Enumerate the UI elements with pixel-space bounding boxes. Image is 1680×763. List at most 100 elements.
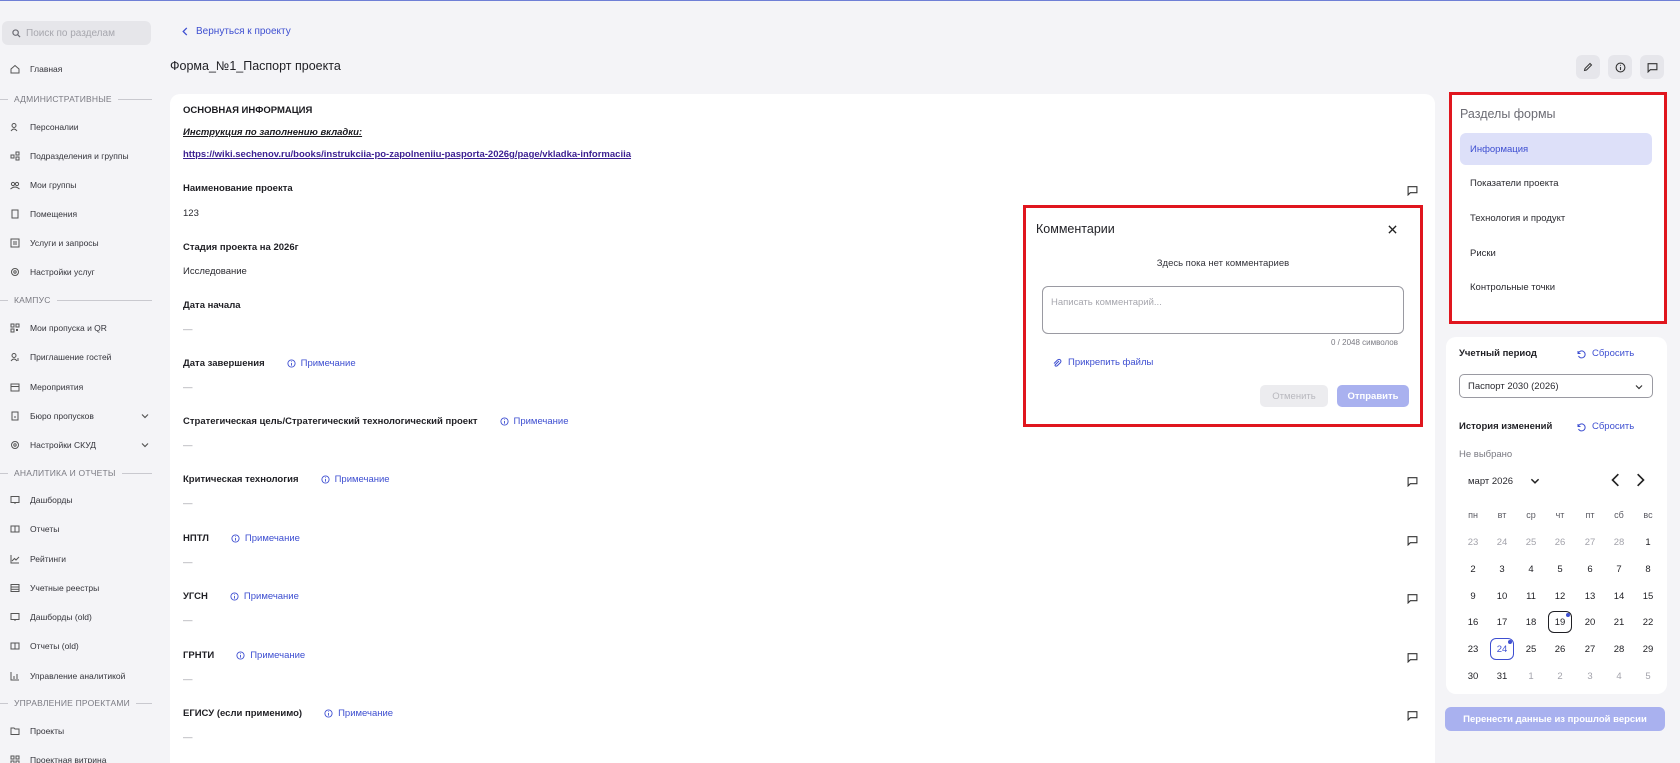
close-icon[interactable]: [1388, 225, 1397, 234]
sidebar-item-guests[interactable]: Приглашение гостей: [10, 349, 150, 365]
edit-button[interactable]: [1576, 55, 1600, 79]
section-item-risks[interactable]: Риски: [1460, 237, 1652, 269]
comments-button[interactable]: [1640, 55, 1664, 79]
comment-icon[interactable]: [1407, 185, 1418, 196]
sidebar-item-reports[interactable]: Отчеты: [10, 521, 150, 537]
sidebar-item-groups[interactable]: Мои группы: [10, 177, 150, 193]
calendar-day[interactable]: 25: [1519, 638, 1543, 660]
calendar-day[interactable]: 4: [1607, 665, 1631, 687]
calendar-day[interactable]: 29: [1636, 638, 1660, 660]
sidebar-item-acs-settings[interactable]: Настройки СКУД: [10, 437, 150, 453]
calendar-day[interactable]: 2: [1461, 558, 1485, 580]
sidebar-item-ratings[interactable]: Рейтинги: [10, 551, 150, 567]
calendar-day[interactable]: 5: [1636, 665, 1660, 687]
note-link[interactable]: Примечание: [287, 358, 356, 369]
calendar-day[interactable]: 5: [1548, 558, 1572, 580]
sidebar-item-service-settings[interactable]: Настройки услуг: [10, 264, 150, 280]
comment-input[interactable]: [1042, 286, 1404, 334]
calendar-day[interactable]: 31: [1490, 665, 1514, 687]
calendar-day[interactable]: 26: [1548, 638, 1572, 660]
history-reset-button[interactable]: Сбросить: [1576, 421, 1634, 432]
comment-icon[interactable]: [1407, 652, 1418, 663]
sidebar-item-rooms[interactable]: Помещения: [10, 206, 150, 222]
calendar-day[interactable]: 14: [1607, 585, 1631, 607]
calendar-day[interactable]: 3: [1490, 558, 1514, 580]
sidebar-item-pass-office[interactable]: Бюро пропусков: [10, 408, 150, 424]
calendar-day[interactable]: 21: [1607, 611, 1631, 633]
calendar-day[interactable]: 15: [1636, 585, 1660, 607]
calendar-day[interactable]: 24: [1490, 531, 1514, 553]
calendar-day[interactable]: 23: [1461, 638, 1485, 660]
sidebar-item-dashboards[interactable]: Дашборды: [10, 492, 150, 508]
calendar-day[interactable]: 22: [1636, 611, 1660, 633]
chevron-down-icon[interactable]: [140, 440, 150, 450]
sidebar-item-org[interactable]: Подразделения и группы: [10, 148, 150, 164]
cancel-button[interactable]: Отменить: [1260, 385, 1328, 407]
section-item-indicators[interactable]: Показатели проекта: [1460, 167, 1652, 199]
wiki-link[interactable]: https://wiki.sechenov.ru/books/instrukci…: [183, 149, 631, 160]
period-reset-button[interactable]: Сбросить: [1576, 348, 1634, 359]
calendar-day[interactable]: 30: [1461, 665, 1485, 687]
calendar-day[interactable]: 1: [1636, 531, 1660, 553]
next-month-icon[interactable]: [1634, 473, 1646, 487]
calendar-day[interactable]: 16: [1461, 611, 1485, 633]
sidebar-item-registries[interactable]: Учетные реестры: [10, 580, 150, 596]
section-item-info[interactable]: Информация: [1460, 133, 1652, 165]
calendar-day[interactable]: 28: [1607, 638, 1631, 660]
search-input[interactable]: Поиск по разделам: [2, 21, 151, 45]
note-link[interactable]: Примечание: [231, 533, 300, 544]
comment-icon[interactable]: [1407, 710, 1418, 721]
chevron-down-icon[interactable]: [140, 411, 150, 421]
attach-files-button[interactable]: Прикрепить файлы: [1052, 357, 1153, 368]
calendar-day[interactable]: 10: [1490, 585, 1514, 607]
sidebar-item-people[interactable]: Персоналии: [10, 119, 150, 135]
period-select[interactable]: Паспорт 2030 (2026): [1459, 374, 1653, 398]
sidebar-item-projects[interactable]: Проекты: [10, 723, 150, 739]
send-button[interactable]: Отправить: [1337, 385, 1409, 407]
calendar-day[interactable]: 12: [1548, 585, 1572, 607]
calendar-day[interactable]: 19: [1548, 611, 1572, 633]
calendar-day[interactable]: 25: [1519, 531, 1543, 553]
calendar-day[interactable]: 4: [1519, 558, 1543, 580]
month-selector[interactable]: март 2026: [1468, 475, 1541, 487]
sidebar-item-analytics-mgmt[interactable]: Управление аналитикой: [10, 668, 150, 684]
calendar-day[interactable]: 17: [1490, 611, 1514, 633]
note-link[interactable]: Примечание: [230, 591, 299, 602]
calendar-day[interactable]: 24: [1490, 638, 1514, 660]
calendar-day[interactable]: 18: [1519, 611, 1543, 633]
note-link[interactable]: Примечание: [321, 474, 390, 485]
back-link[interactable]: Вернуться к проекту: [182, 26, 291, 37]
calendar-day[interactable]: 27: [1578, 531, 1602, 553]
calendar-day[interactable]: 2: [1548, 665, 1572, 687]
sidebar-item-services[interactable]: Услуги и запросы: [10, 235, 150, 251]
calendar-day[interactable]: 1: [1519, 665, 1543, 687]
section-item-technology[interactable]: Технология и продукт: [1460, 202, 1652, 234]
calendar-day[interactable]: 6: [1578, 558, 1602, 580]
sidebar-item-reports-old[interactable]: Отчеты (old): [10, 638, 150, 654]
sidebar-item-events[interactable]: Мероприятия: [10, 379, 150, 395]
calendar-day[interactable]: 7: [1607, 558, 1631, 580]
prev-month-icon[interactable]: [1610, 473, 1622, 487]
comment-icon[interactable]: [1407, 535, 1418, 546]
note-link[interactable]: Примечание: [236, 650, 305, 661]
calendar-day[interactable]: 28: [1607, 531, 1631, 553]
comment-icon[interactable]: [1407, 593, 1418, 604]
sidebar-item-dashboards-old[interactable]: Дашборды (old): [10, 609, 150, 625]
sidebar-item-project-showcase[interactable]: Проектная витрина: [10, 752, 150, 763]
calendar-day[interactable]: 26: [1548, 531, 1572, 553]
note-link[interactable]: Примечание: [324, 708, 393, 719]
calendar-day[interactable]: 13: [1578, 585, 1602, 607]
calendar-day[interactable]: 27: [1578, 638, 1602, 660]
transfer-data-button[interactable]: Перенести данные из прошлой версии: [1445, 707, 1665, 731]
calendar-day[interactable]: 9: [1461, 585, 1485, 607]
calendar-day[interactable]: 23: [1461, 531, 1485, 553]
calendar-day[interactable]: 8: [1636, 558, 1660, 580]
info-button[interactable]: [1608, 55, 1632, 79]
sidebar-item-home[interactable]: Главная: [10, 61, 150, 77]
calendar-day[interactable]: 20: [1578, 611, 1602, 633]
sidebar-item-passes[interactable]: Мои пропуска и QR: [10, 320, 150, 336]
calendar-day[interactable]: 3: [1578, 665, 1602, 687]
calendar-day[interactable]: 11: [1519, 585, 1543, 607]
comment-icon[interactable]: [1407, 476, 1418, 487]
section-item-checkpoints[interactable]: Контрольные точки: [1460, 271, 1652, 303]
